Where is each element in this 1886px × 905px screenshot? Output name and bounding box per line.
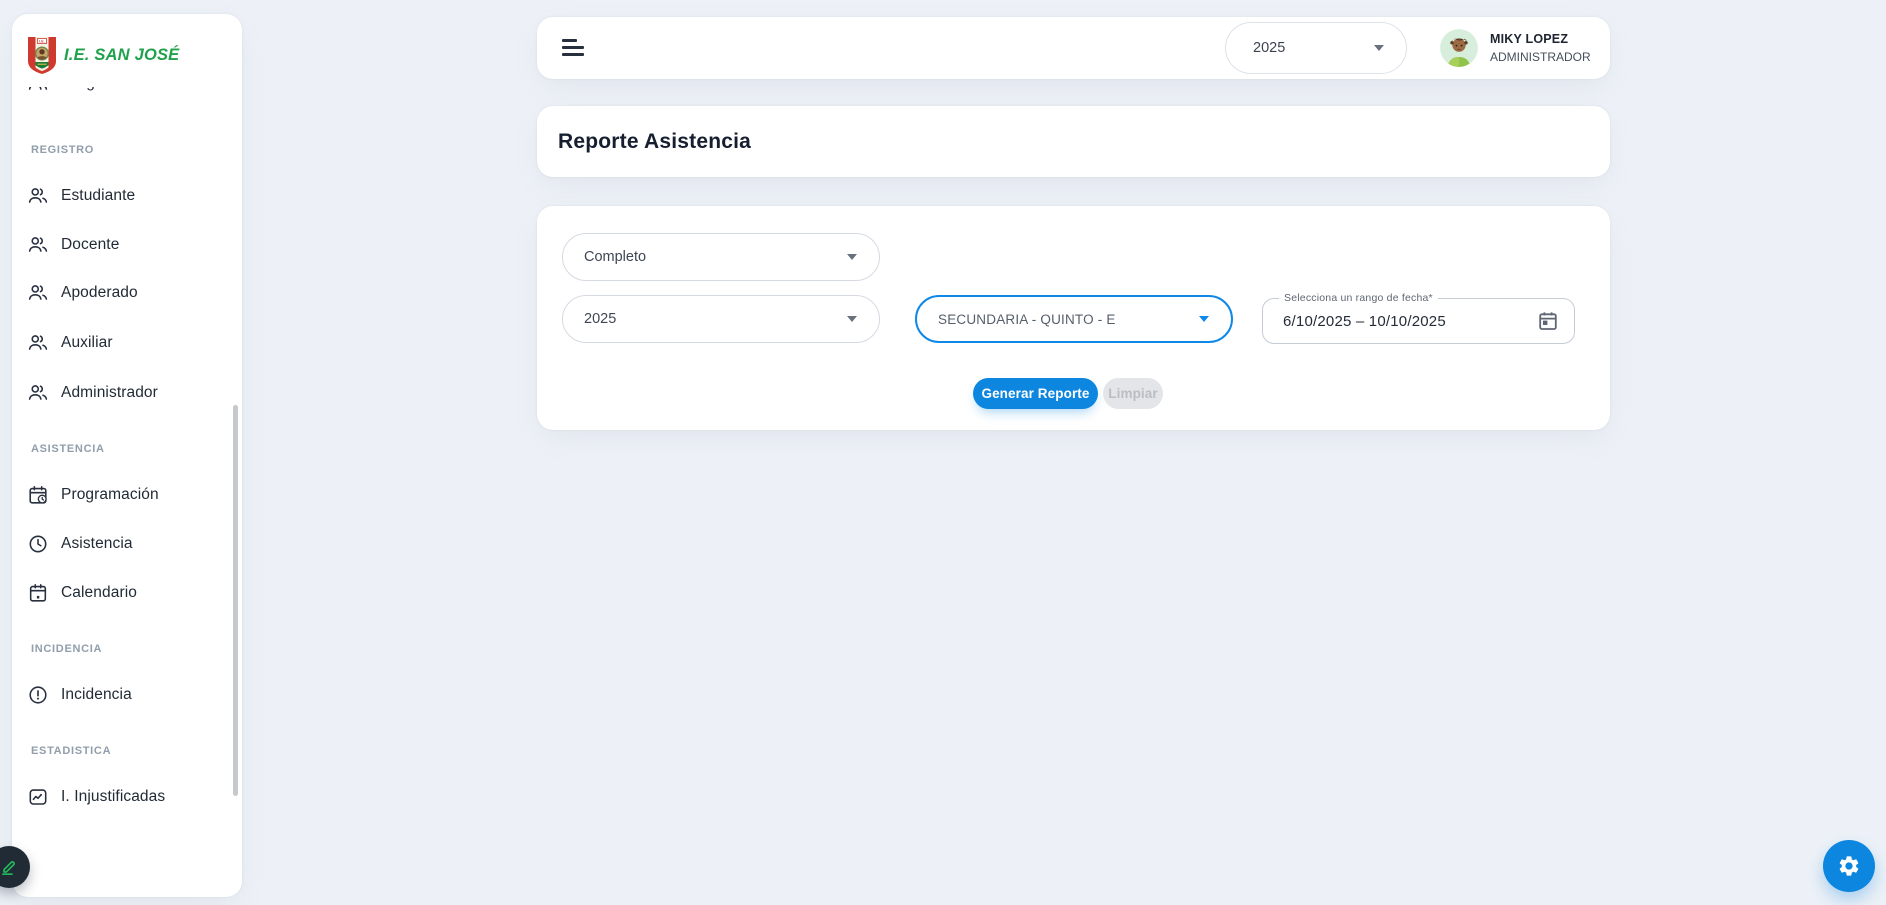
chevron-down-icon: [1374, 45, 1384, 51]
sidebar-item-label: Administrador: [61, 384, 158, 402]
year-dropdown-value: 2025: [1253, 40, 1285, 56]
brand[interactable]: I.E. I.E. SAN JOSÉ: [27, 36, 179, 75]
sidebar-item-label: Programación: [61, 486, 159, 504]
sidebar-item-cargo[interactable]: Cargo: [26, 87, 216, 103]
settings-fab[interactable]: [1823, 840, 1875, 892]
sidebar-item-programacion[interactable]: Programación: [26, 471, 226, 519]
year-select[interactable]: 2025: [562, 295, 880, 343]
report-type-select[interactable]: Completo: [562, 233, 880, 281]
people-icon: [27, 87, 49, 94]
sidebar-item-label: Calendario: [61, 584, 137, 602]
sidebar-item-docente[interactable]: Docente: [26, 221, 226, 269]
sidebar-item-calendario[interactable]: Calendario: [26, 569, 226, 617]
report-form-card: Completo 2025 SECUNDARIA - QUINTO - E Se…: [537, 206, 1610, 430]
sidebar-item-administrador[interactable]: Administrador: [26, 369, 226, 417]
section-header-estadistica: ESTADISTICA: [31, 745, 111, 757]
menu-icon[interactable]: [562, 39, 586, 57]
clear-button[interactable]: Limpiar: [1103, 378, 1163, 409]
sidebar-item-label: Auxiliar: [61, 334, 113, 352]
school-crest-logo: I.E.: [27, 36, 57, 75]
brand-name: I.E. SAN JOSÉ: [64, 46, 179, 65]
svg-text:I.E.: I.E.: [39, 40, 44, 44]
section-select-focused[interactable]: SECUNDARIA - QUINTO - E: [915, 295, 1233, 343]
sidebar-item-label: I. Injustificadas: [61, 788, 165, 806]
calendar-icon: [27, 582, 49, 604]
people-icon: [27, 185, 49, 207]
calendar-clock-icon: [27, 484, 49, 506]
date-range-field[interactable]: Selecciona un rango de fecha* 6/10/2025 …: [1262, 298, 1575, 344]
year-dropdown[interactable]: 2025: [1225, 22, 1407, 74]
sidebar-item-label: Docente: [61, 236, 119, 254]
sidebar-item-label: Apoderado: [61, 284, 138, 302]
alert-circle-icon: [27, 684, 49, 706]
report-type-value: Completo: [584, 249, 646, 265]
chart-line-icon: [27, 786, 49, 808]
sidebar-item-estudiante[interactable]: Estudiante: [26, 172, 226, 220]
report-title-card: Reporte Asistencia: [537, 106, 1610, 177]
sidebar-item-label: Cargo: [61, 87, 104, 92]
generate-report-button[interactable]: Generar Reporte: [973, 378, 1098, 409]
calendar-picker-icon[interactable]: [1536, 309, 1560, 333]
sidebar-item-incidencia[interactable]: Incidencia: [26, 671, 226, 719]
chevron-down-icon: [847, 254, 857, 260]
clock-icon: [27, 533, 49, 555]
user-info[interactable]: MIKY LOPEZ ADMINISTRADOR: [1490, 31, 1591, 65]
avatar-image: [1440, 29, 1478, 67]
avatar[interactable]: [1440, 29, 1478, 67]
section-header-registro: REGISTRO: [31, 144, 94, 156]
sidebar-item-label: Asistencia: [61, 535, 133, 553]
sidebar-item-label: Incidencia: [61, 686, 132, 704]
section-select-value: SECUNDARIA - QUINTO - E: [938, 312, 1116, 327]
sidebar-scrollbar[interactable]: [233, 405, 238, 796]
gear-icon: [1837, 854, 1861, 878]
sidebar-item-injustificadas[interactable]: I. Injustificadas: [26, 773, 226, 821]
people-icon: [27, 382, 49, 404]
sidebar-item-asistencia[interactable]: Asistencia: [26, 520, 226, 568]
page-title: Reporte Asistencia: [558, 130, 751, 154]
sidebar-item-label: Estudiante: [61, 187, 135, 205]
chevron-down-icon: [847, 316, 857, 322]
chevron-down-icon: [1199, 316, 1209, 322]
section-header-asistencia: ASISTENCIA: [31, 443, 105, 455]
pencil-icon: [0, 857, 19, 877]
date-range-value: 6/10/2025 – 10/10/2025: [1283, 313, 1446, 330]
sidebar-item-apoderado[interactable]: Apoderado: [26, 269, 226, 317]
user-role: ADMINISTRADOR: [1490, 49, 1591, 65]
people-icon: [27, 234, 49, 256]
date-range-label: Selecciona un rango de fecha*: [1279, 292, 1438, 304]
year-select-value: 2025: [584, 311, 616, 327]
topbar: 2025 MIKY LOPEZ ADMINISTRADOR: [537, 17, 1610, 79]
people-icon: [27, 332, 49, 354]
section-header-incidencia: INCIDENCIA: [31, 643, 102, 655]
sidebar-item-auxiliar[interactable]: Auxiliar: [26, 319, 226, 367]
sidebar: I.E. I.E. SAN JOSÉ Cargo REGISTRO Estudi…: [12, 14, 242, 897]
people-icon: [27, 282, 49, 304]
user-name: MIKY LOPEZ: [1490, 31, 1591, 47]
